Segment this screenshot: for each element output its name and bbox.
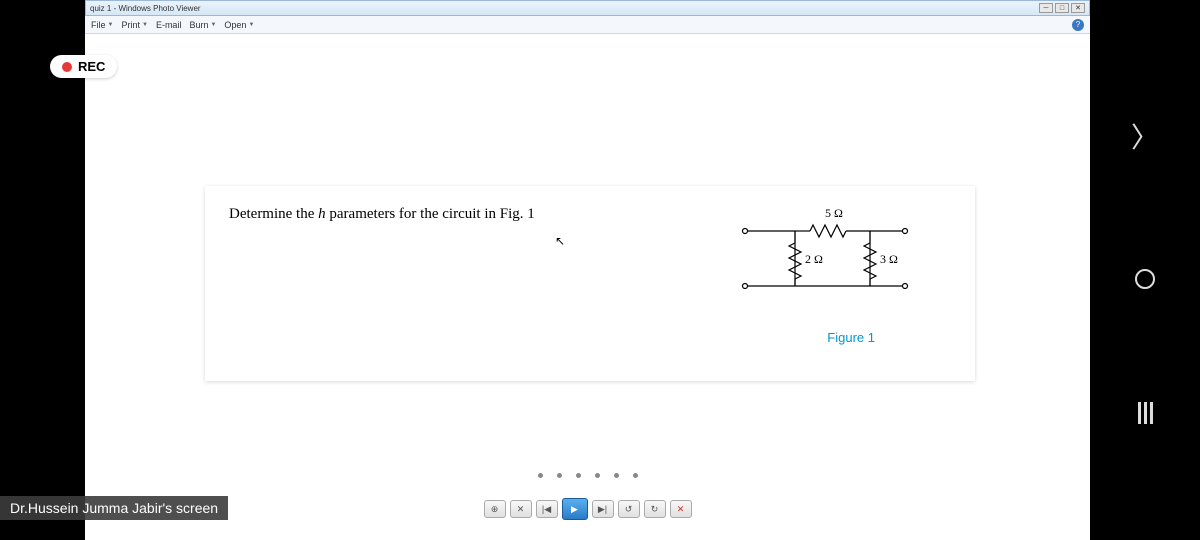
page-dots bbox=[538, 473, 638, 478]
cursor-icon: ↖ bbox=[555, 234, 565, 248]
rec-badge: REC bbox=[50, 55, 117, 78]
rotate-cw-button[interactable]: ↻ bbox=[644, 500, 666, 518]
zoom-button[interactable]: ⊕ bbox=[484, 500, 506, 518]
dot bbox=[595, 473, 600, 478]
minimize-button[interactable]: ─ bbox=[1039, 3, 1053, 13]
menu-email[interactable]: E-mail bbox=[156, 20, 182, 30]
right-nav: 〉 bbox=[1090, 0, 1200, 540]
menu-file[interactable]: File▼ bbox=[91, 20, 113, 30]
dot bbox=[557, 473, 562, 478]
back-icon[interactable]: 〉 bbox=[1131, 116, 1159, 156]
figure-label: Figure 1 bbox=[827, 330, 875, 345]
rotate-ccw-button[interactable]: ↺ bbox=[618, 500, 640, 518]
photo-viewer-window: quiz 1 - Windows Photo Viewer ─ □ ✕ File… bbox=[85, 0, 1090, 540]
window-title: quiz 1 - Windows Photo Viewer bbox=[90, 4, 1039, 13]
resistor-2ohm-label: 2 Ω bbox=[805, 252, 823, 266]
menu-burn[interactable]: Burn▼ bbox=[189, 20, 216, 30]
viewer-area: Determine the h parameters for the circu… bbox=[85, 34, 1090, 504]
recent-apps-icon[interactable] bbox=[1138, 402, 1153, 424]
menu-bar: File▼ Print▼ E-mail Burn▼ Open▼ ? bbox=[85, 16, 1090, 34]
rec-label: REC bbox=[78, 59, 105, 74]
bottom-controls: ⊕ ✕ |◀ ▶ ▶| ↺ ↻ ✕ bbox=[484, 498, 692, 520]
chevron-down-icon: ▼ bbox=[248, 22, 254, 28]
resistor-5ohm-label: 5 Ω bbox=[825, 206, 843, 220]
fit-button[interactable]: ✕ bbox=[510, 500, 532, 518]
content-slide: Determine the h parameters for the circu… bbox=[205, 186, 975, 381]
title-bar: quiz 1 - Windows Photo Viewer ─ □ ✕ bbox=[85, 0, 1090, 16]
maximize-button[interactable]: □ bbox=[1055, 3, 1069, 13]
previous-button[interactable]: |◀ bbox=[536, 500, 558, 518]
chevron-down-icon: ▼ bbox=[210, 22, 216, 28]
dot bbox=[633, 473, 638, 478]
next-button[interactable]: ▶| bbox=[592, 500, 614, 518]
play-slideshow-button[interactable]: ▶ bbox=[562, 498, 588, 520]
close-window-button[interactable]: ✕ bbox=[1071, 3, 1085, 13]
dot bbox=[576, 473, 581, 478]
help-icon[interactable]: ? bbox=[1072, 19, 1084, 31]
delete-button[interactable]: ✕ bbox=[670, 500, 692, 518]
chevron-down-icon: ▼ bbox=[142, 22, 148, 28]
screen-share-label: Dr.Hussein Jumma Jabir's screen bbox=[0, 496, 228, 520]
circuit-diagram: 5 Ω 2 Ω 3 Ω bbox=[735, 201, 935, 321]
menu-print[interactable]: Print▼ bbox=[121, 20, 147, 30]
window-controls: ─ □ ✕ bbox=[1039, 3, 1085, 13]
circle-icon[interactable] bbox=[1135, 269, 1155, 289]
chevron-down-icon: ▼ bbox=[108, 22, 114, 28]
dot bbox=[614, 473, 619, 478]
resistor-3ohm-label: 3 Ω bbox=[880, 252, 898, 266]
rec-dot-icon bbox=[62, 62, 72, 72]
menu-open[interactable]: Open▼ bbox=[224, 20, 254, 30]
dot bbox=[538, 473, 543, 478]
